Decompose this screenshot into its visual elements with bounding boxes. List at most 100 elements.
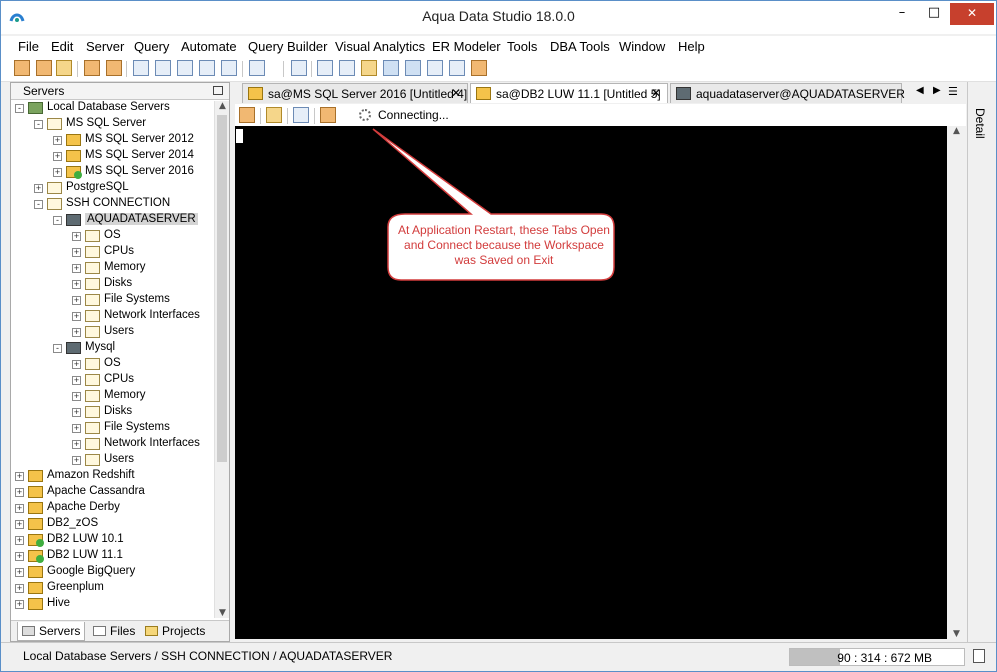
tree-scrollbar[interactable]: ▲ ▼ xyxy=(214,101,229,618)
grid-icon[interactable] xyxy=(317,60,333,76)
tree-node[interactable]: - Mysql xyxy=(11,341,215,357)
tab-projects[interactable]: Projects xyxy=(141,622,209,641)
tree-node[interactable]: + Disks xyxy=(11,277,215,293)
menu-automate[interactable]: Automate xyxy=(181,39,237,54)
export-icon[interactable] xyxy=(221,60,237,76)
tree-node[interactable]: + Network Interfaces xyxy=(11,309,215,325)
collapse-toggle-icon[interactable]: - xyxy=(53,344,62,353)
execute-icon[interactable] xyxy=(239,107,255,123)
search-icon[interactable] xyxy=(133,60,149,76)
expand-toggle-icon[interactable]: + xyxy=(72,296,81,305)
note-icon[interactable] xyxy=(361,60,377,76)
expand-toggle-icon[interactable]: + xyxy=(72,392,81,401)
collapse-toggle-icon[interactable]: - xyxy=(15,104,24,113)
detail-panel[interactable]: Detail xyxy=(967,82,996,642)
tab-mssql-2016[interactable]: sa@MS SQL Server 2016 [Untitled 4] ✕ xyxy=(242,83,468,103)
tree-node[interactable]: + Greenplum xyxy=(11,581,215,597)
expand-toggle-icon[interactable]: + xyxy=(15,504,24,513)
expand-toggle-icon[interactable]: + xyxy=(34,184,43,193)
tree-node[interactable]: + Users xyxy=(11,325,215,341)
expand-toggle-icon[interactable]: + xyxy=(53,136,62,145)
expand-toggle-icon[interactable]: + xyxy=(72,248,81,257)
tab-servers[interactable]: Servers xyxy=(17,622,86,641)
tab-db2-luw[interactable]: sa@DB2 LUW 11.1 [Untitled 5] ✕ xyxy=(470,83,668,103)
tree-node[interactable]: + Network Interfaces xyxy=(11,437,215,453)
new-query-icon[interactable] xyxy=(84,60,100,76)
tree-node[interactable]: + Amazon Redshift xyxy=(11,469,215,485)
tree-node[interactable]: + Memory xyxy=(11,261,215,277)
search-table-icon[interactable] xyxy=(155,60,171,76)
expand-toggle-icon[interactable]: + xyxy=(15,584,24,593)
tab-files[interactable]: Files xyxy=(89,622,139,641)
restore-icon[interactable] xyxy=(213,86,223,95)
tree-node[interactable]: + Apache Derby xyxy=(11,501,215,517)
search-view-icon[interactable] xyxy=(177,60,193,76)
tile-icon[interactable] xyxy=(383,60,399,76)
minimize-button[interactable]: – xyxy=(886,3,918,25)
tree-node[interactable]: + Google BigQuery xyxy=(11,565,215,581)
compare-icon[interactable] xyxy=(199,60,215,76)
scroll-down-icon[interactable]: ▼ xyxy=(948,629,965,639)
clipboard-icon[interactable] xyxy=(266,107,282,123)
edit-query-icon[interactable] xyxy=(106,60,122,76)
tree-node[interactable]: + MS SQL Server 2012 xyxy=(11,133,215,149)
tree-node[interactable]: + File Systems xyxy=(11,293,215,309)
window-icon[interactable] xyxy=(339,60,355,76)
tree-node[interactable]: + OS xyxy=(11,229,215,245)
expand-toggle-icon[interactable]: + xyxy=(72,376,81,385)
expand-toggle-icon[interactable]: + xyxy=(72,328,81,337)
expand-toggle-icon[interactable]: + xyxy=(53,168,62,177)
tree-node[interactable]: - SSH CONNECTION xyxy=(11,197,215,213)
editor-scrollbar[interactable]: ▲ ▼ xyxy=(948,126,965,639)
tree-node[interactable]: + PostgreSQL xyxy=(11,181,215,197)
close-tab-icon[interactable]: ✕ xyxy=(651,86,661,100)
disconnect-icon[interactable] xyxy=(36,60,52,76)
document-dropdown-icon[interactable] xyxy=(249,60,265,76)
expand-toggle-icon[interactable]: + xyxy=(15,488,24,497)
find-icon[interactable] xyxy=(293,107,309,123)
menu-dba-tools[interactable]: DBA Tools xyxy=(550,39,610,54)
tree-node[interactable]: + DB2 LUW 10.1 xyxy=(11,533,215,549)
tree-node[interactable]: + Memory xyxy=(11,389,215,405)
expand-toggle-icon[interactable]: + xyxy=(15,520,24,529)
menu-help[interactable]: Help xyxy=(678,39,705,54)
expand-toggle-icon[interactable]: + xyxy=(72,232,81,241)
expand-toggle-icon[interactable]: + xyxy=(72,360,81,369)
connect-icon[interactable] xyxy=(14,60,30,76)
menu-server[interactable]: Server xyxy=(86,39,124,54)
expand-toggle-icon[interactable]: + xyxy=(15,536,24,545)
expand-toggle-icon[interactable]: + xyxy=(15,552,24,561)
expand-toggle-icon[interactable]: + xyxy=(72,456,81,465)
tree-node[interactable]: - AQUADATASERVER xyxy=(11,213,215,229)
expand-toggle-icon[interactable]: + xyxy=(72,424,81,433)
tree-node[interactable]: + OS xyxy=(11,357,215,373)
expand-toggle-icon[interactable]: + xyxy=(53,152,62,161)
scroll-up-icon[interactable]: ▲ xyxy=(948,126,965,136)
tree-node[interactable]: - Local Database Servers xyxy=(11,101,215,117)
collapse-toggle-icon[interactable]: - xyxy=(34,120,43,129)
expand-toggle-icon[interactable]: + xyxy=(15,472,24,481)
expand-toggle-icon[interactable]: + xyxy=(15,600,24,609)
detail-label[interactable]: Detail xyxy=(973,108,987,139)
menu-query-builder[interactable]: Query Builder xyxy=(248,39,327,54)
menu-file[interactable]: File xyxy=(18,39,39,54)
tab-next-icon[interactable]: ▶ xyxy=(933,85,941,96)
tree-node[interactable]: + CPUs xyxy=(11,373,215,389)
close-button[interactable]: ✕ xyxy=(950,3,994,25)
maximize-button[interactable]: □ xyxy=(918,3,950,25)
menu-window[interactable]: Window xyxy=(619,39,665,54)
tree-node[interactable]: + Disks xyxy=(11,405,215,421)
settings-icon[interactable] xyxy=(320,107,336,123)
menu-er-modeler[interactable]: ER Modeler xyxy=(432,39,501,54)
menu-query[interactable]: Query xyxy=(134,39,169,54)
expand-toggle-icon[interactable]: + xyxy=(72,264,81,273)
tree-node[interactable]: + MS SQL Server 2014 xyxy=(11,149,215,165)
tree-node[interactable]: + Apache Cassandra xyxy=(11,485,215,501)
split-icon[interactable] xyxy=(449,60,465,76)
history-icon[interactable] xyxy=(291,60,307,76)
menu-visual-analytics[interactable]: Visual Analytics xyxy=(335,39,425,54)
close-tab-icon[interactable]: ✕ xyxy=(451,86,461,100)
expand-toggle-icon[interactable]: + xyxy=(72,312,81,321)
expand-toggle-icon[interactable]: + xyxy=(15,568,24,577)
expand-toggle-icon[interactable]: + xyxy=(72,440,81,449)
